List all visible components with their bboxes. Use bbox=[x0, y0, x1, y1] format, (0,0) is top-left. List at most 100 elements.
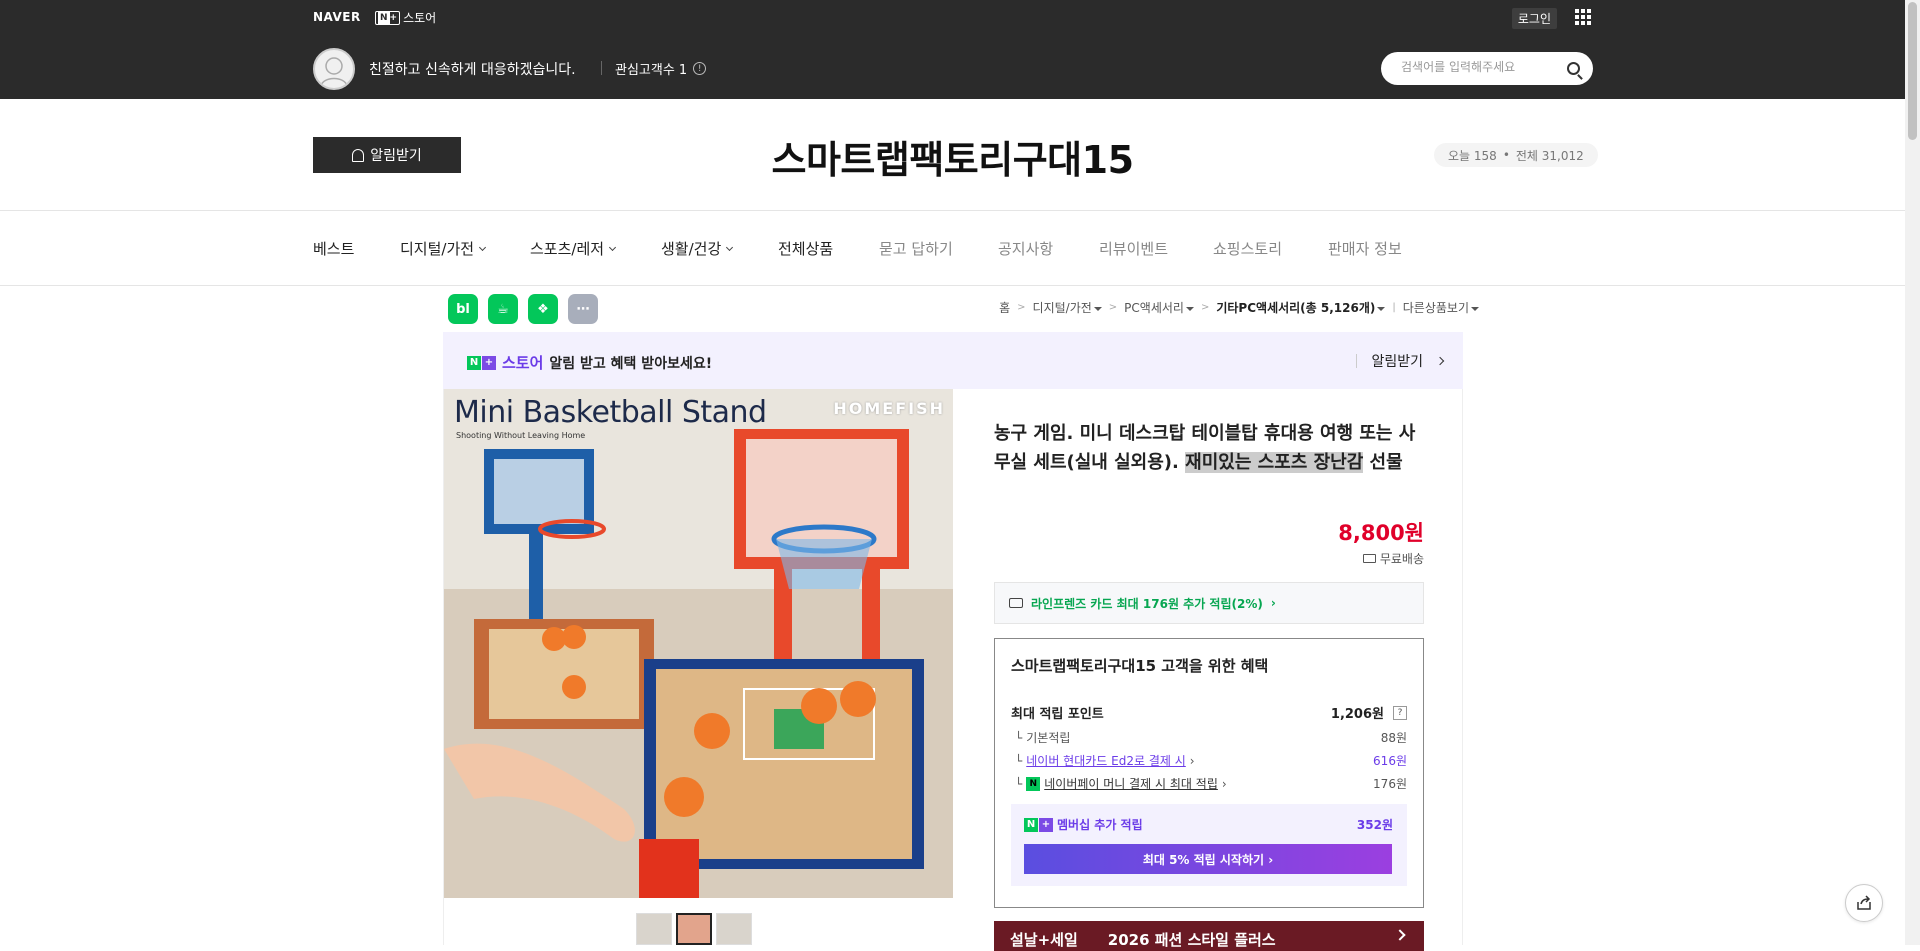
card-benefit-link[interactable]: 라인프렌즈 카드 최대 176원 추가 적립(2%) › bbox=[994, 582, 1424, 624]
npay-points-row: └ N 네이버페이 머니 결제 시 최대 적립 › 176원 bbox=[1011, 775, 1407, 792]
nav-label: 스포츠/레저 bbox=[530, 240, 605, 258]
floating-share-button[interactable] bbox=[1845, 884, 1883, 922]
benefits-box: 스마트랩팩토리구대15 고객을 위한 혜택 최대 적립 포인트 1,206원? … bbox=[994, 638, 1424, 908]
promo-action[interactable]: 알림받기 bbox=[1371, 351, 1423, 371]
benefits-title: 스마트랩팩토리구대15 고객을 위한 혜택 bbox=[1011, 657, 1269, 675]
store-header: 알림받기 스마트랩팩토리구대15 오늘 158 • 전체 31,012 bbox=[0, 99, 1905, 211]
tree-branch-icon: └ bbox=[1015, 776, 1023, 791]
breadcrumb-cat2[interactable]: PC액세서리 bbox=[1124, 299, 1194, 316]
basic-points-row: └ 기본적립 88원 bbox=[1011, 729, 1407, 746]
thumbnail-2[interactable] bbox=[676, 913, 712, 945]
event-banner[interactable]: 설날+세일 2026 패션 스타일 플러스 bbox=[994, 921, 1424, 951]
nav-label: 리뷰이벤트 bbox=[1099, 240, 1169, 258]
nav-all-products[interactable]: 전체상품 bbox=[778, 238, 833, 259]
top-bar: NAVER N + 스토어 로그인 친절하고 신속하게 대응하겠습니다. 관심고객… bbox=[0, 0, 1905, 99]
product-title: 농구 게임. 미니 데스크탑 테이블탑 휴대용 여행 또는 사무실 세트(실내 … bbox=[994, 419, 1424, 477]
nplus-store-icon: N + bbox=[467, 355, 496, 370]
visits-total: 전체 31,012 bbox=[1515, 148, 1584, 163]
nav-living[interactable]: 생활/건강 bbox=[661, 238, 734, 259]
max-points-row: 최대 적립 포인트 1,206원? bbox=[1011, 703, 1407, 722]
card-points-row: └ 네이버 현대카드 Ed2로 결제 시 › 616원 bbox=[1011, 752, 1407, 769]
npay-icon: N bbox=[1026, 776, 1041, 791]
nav-label: 쇼핑스토리 bbox=[1213, 240, 1283, 258]
product-area: Mini Basketball Stand Shooting Without L… bbox=[443, 389, 1463, 951]
basic-points-value: 88원 bbox=[1380, 731, 1407, 745]
card-benefit-text: 라인프렌즈 카드 최대 176원 추가 적립(2%) bbox=[1031, 596, 1263, 611]
divider bbox=[0, 285, 1905, 286]
thumbnail-strip bbox=[636, 913, 752, 945]
visits-today: 오늘 158 bbox=[1448, 148, 1497, 163]
chevron-down-icon bbox=[726, 243, 734, 251]
login-button[interactable]: 로그인 bbox=[1511, 8, 1557, 29]
page-scrollbar[interactable] bbox=[1905, 0, 1920, 945]
caret-down-icon bbox=[1093, 306, 1102, 311]
basketball-stand-illustration bbox=[444, 389, 953, 898]
alert-promo-banner[interactable]: N + 스토어 알림 받고 혜택 받아보세요! 알림받기 bbox=[443, 332, 1463, 389]
nav-shopping-story[interactable]: 쇼핑스토리 bbox=[1213, 238, 1282, 259]
thumbnail-1[interactable] bbox=[636, 913, 672, 945]
chevron-right-icon: › bbox=[1221, 776, 1227, 791]
card-points-value: 616원 bbox=[1373, 754, 1407, 768]
nav-review-event[interactable]: 리뷰이벤트 bbox=[1099, 238, 1168, 259]
naver-store-logo[interactable]: N + 스토어 bbox=[375, 9, 436, 26]
npay-points-value: 176원 bbox=[1373, 777, 1407, 791]
caret-down-icon bbox=[1185, 306, 1194, 311]
more-share-icon[interactable]: ⋯ bbox=[568, 294, 598, 324]
breadcrumb-label: 디지털/가전 bbox=[1032, 301, 1092, 315]
other-products-link[interactable]: 다른상품보기 bbox=[1403, 299, 1479, 316]
member-label: 멤버십 추가 적립 bbox=[1057, 818, 1143, 832]
product-main-image[interactable]: Mini Basketball Stand Shooting Without L… bbox=[444, 389, 953, 898]
naver-logo[interactable]: NAVER bbox=[313, 10, 361, 24]
store-logo-text: 스토어 bbox=[403, 11, 437, 25]
tree-branch-icon: └ bbox=[1015, 753, 1023, 768]
breadcrumb-cat3[interactable]: 기타PC액세서리(총 5,126개) bbox=[1216, 299, 1386, 316]
cafe-share-icon[interactable]: ☕ bbox=[488, 294, 518, 324]
nav-best[interactable]: 베스트 bbox=[313, 238, 354, 259]
nav-sports[interactable]: 스포츠/레저 bbox=[530, 238, 617, 259]
avatar-face-icon bbox=[320, 57, 348, 87]
breadcrumb-home[interactable]: 홈 bbox=[999, 299, 1010, 316]
divider: | bbox=[1392, 302, 1396, 313]
scrollbar-thumb[interactable] bbox=[1908, 2, 1917, 140]
max-points-value: 1,206원 bbox=[1330, 707, 1384, 722]
chevron-right-icon: > bbox=[1200, 302, 1210, 313]
blog-share-icon[interactable]: bl bbox=[448, 294, 478, 324]
store-title[interactable]: 스마트랩팩토리구대15 bbox=[0, 129, 1905, 184]
title-highlight: 재미있는 스포츠 장난감 bbox=[1185, 452, 1364, 473]
membership-start-button[interactable]: 최대 5% 적립 시작하기 › bbox=[1024, 844, 1392, 874]
chevron-down-icon bbox=[609, 243, 617, 251]
category-nav: 베스트 디지털/가전 스포츠/레저 생활/건강 전체상품 묻고 답하기 공지사항… bbox=[313, 212, 1593, 285]
help-icon[interactable]: ? bbox=[1393, 705, 1407, 720]
npay-points-link[interactable]: 네이버페이 머니 결제 시 최대 적립 bbox=[1044, 775, 1218, 792]
card-points-link[interactable]: 네이버 현대카드 Ed2로 결제 시 bbox=[1026, 752, 1186, 769]
nplus-icon: N + bbox=[1024, 817, 1053, 832]
breadcrumb-cat1[interactable]: 디지털/가전 bbox=[1033, 299, 1102, 316]
thumbnail-3[interactable] bbox=[716, 913, 752, 945]
nav-qna[interactable]: 묻고 답하기 bbox=[879, 238, 953, 259]
nav-label: 공지사항 bbox=[998, 240, 1054, 258]
truck-icon bbox=[1362, 554, 1376, 563]
nav-seller-info[interactable]: 판매자 정보 bbox=[1328, 238, 1402, 259]
divider bbox=[1356, 354, 1358, 368]
info-icon[interactable]: ! bbox=[693, 62, 707, 75]
dot-separator: • bbox=[1502, 148, 1510, 162]
chevron-right-icon: › bbox=[1270, 596, 1276, 610]
seller-avatar bbox=[313, 48, 355, 90]
nav-label: 생활/건강 bbox=[661, 240, 722, 258]
nav-label: 묻고 답하기 bbox=[879, 240, 953, 258]
nav-notice[interactable]: 공지사항 bbox=[998, 238, 1053, 259]
member-value: 352원 bbox=[1356, 818, 1393, 832]
search-input[interactable] bbox=[1401, 60, 1561, 74]
search-icon[interactable] bbox=[1567, 62, 1580, 75]
event-banner-left: 설날+세일 bbox=[1010, 931, 1078, 949]
membership-box: N + 멤버십 추가 적립 352원 최대 5% 적립 시작하기 › bbox=[1011, 804, 1407, 886]
shipping-info: 무료배송 bbox=[1362, 550, 1424, 567]
band-share-icon[interactable]: ❖ bbox=[528, 294, 558, 324]
apps-grid-icon[interactable] bbox=[1575, 9, 1591, 25]
visit-count: 오늘 158 • 전체 31,012 bbox=[1434, 143, 1598, 167]
nav-digital[interactable]: 디지털/가전 bbox=[400, 238, 487, 259]
fans-count[interactable]: 관심고객수 1 ! bbox=[615, 59, 707, 78]
nplus-icon: N + bbox=[375, 10, 401, 25]
max-points-label: 최대 적립 포인트 bbox=[1011, 707, 1104, 722]
caret-down-icon bbox=[1377, 306, 1386, 311]
